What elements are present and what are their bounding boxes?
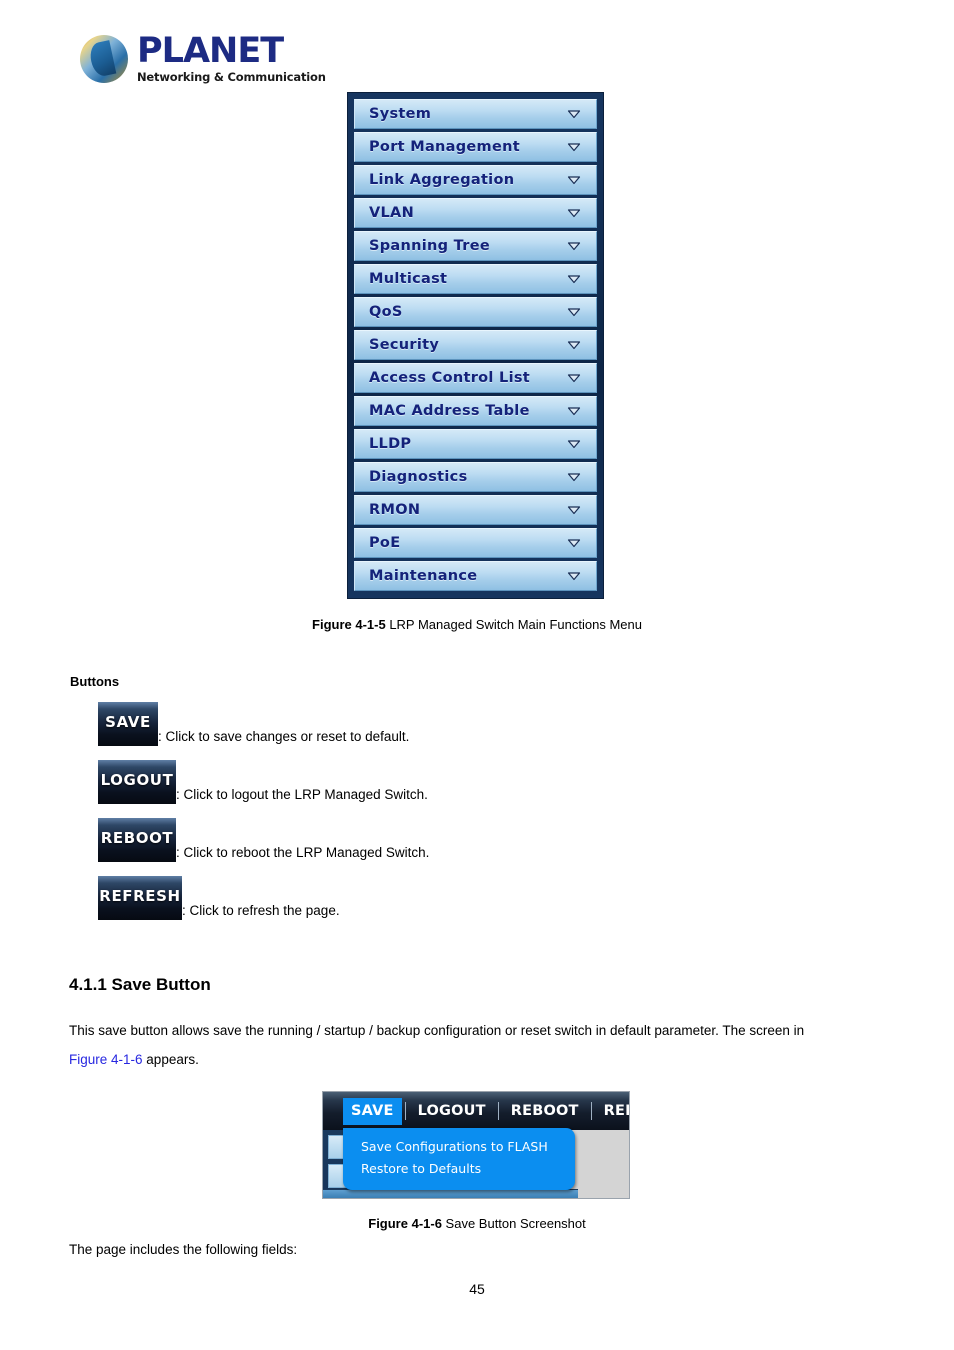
save-button-paragraph-line1: This save button allows save the running… xyxy=(69,1023,805,1038)
save-button-screenshot-figure: SAVE LOGOUT REBOOT REFRESH Save Configurati… xyxy=(322,1091,630,1199)
menu-item-spanning-tree[interactable]: Spanning Tree xyxy=(354,231,597,261)
menu-item-label: Maintenance xyxy=(369,568,478,584)
menu-item-label: PoE xyxy=(369,535,401,551)
logo-text-block: PLANET Networking & Communication xyxy=(137,34,326,84)
chevron-down-icon xyxy=(567,506,581,515)
topbar-item-save[interactable]: SAVE xyxy=(343,1097,402,1125)
menu-item-label: MAC Address Table xyxy=(369,403,530,419)
figure-4-1-5-label: Figure 4-1-5 xyxy=(312,617,386,632)
reboot-button[interactable]: REBOOT xyxy=(98,818,176,862)
page-number: 45 xyxy=(469,1281,485,1297)
menu-item-multicast[interactable]: Multicast xyxy=(354,264,597,294)
menu-item-diagnostics[interactable]: Diagnostics xyxy=(354,462,597,492)
chevron-down-icon xyxy=(567,209,581,218)
figure-4-1-6-text: Save Button Screenshot xyxy=(441,1216,586,1231)
buttons-heading: Buttons xyxy=(70,674,120,689)
chevron-down-icon xyxy=(567,176,581,185)
reboot-button-label: REBOOT xyxy=(100,829,174,847)
reboot-button-description: : Click to reboot the LRP Managed Switch… xyxy=(176,845,430,860)
save-button[interactable]: SAVE xyxy=(98,702,158,746)
menu-item-vlan[interactable]: VLAN xyxy=(354,198,597,228)
menu-item-label: Spanning Tree xyxy=(369,238,490,254)
save-button-paragraph-tail: appears. xyxy=(142,1052,199,1067)
chevron-down-icon xyxy=(567,473,581,482)
chevron-down-icon xyxy=(567,110,581,119)
figure-4-1-6-caption: Figure 4-1-6 Save Button Screenshot xyxy=(0,1216,954,1231)
menu-item-security[interactable]: Security xyxy=(354,330,597,360)
refresh-button-row: REFRESH : Click to refresh the page. xyxy=(98,876,340,920)
save-button-row: SAVE : Click to save changes or reset to… xyxy=(98,702,409,746)
chevron-down-icon xyxy=(567,275,581,284)
dropdown-item[interactable]: Restore to Defaults xyxy=(361,1158,575,1180)
menu-item-label: System xyxy=(369,106,432,122)
menu-item-mac-address-table[interactable]: MAC Address Table xyxy=(354,396,597,426)
chevron-down-icon xyxy=(567,374,581,383)
topbar-item-logout[interactable]: LOGOUT xyxy=(409,1100,495,1122)
chevron-down-icon xyxy=(567,572,581,581)
dropdown-item[interactable]: Save Configurations to FLASH xyxy=(361,1136,575,1158)
section-heading-save-button: 4.1.1 Save Button xyxy=(69,975,211,994)
menu-item-maintenance[interactable]: Maintenance xyxy=(354,561,597,591)
sidebar-bottom-bar xyxy=(323,1189,578,1198)
menu-item-label: QoS xyxy=(369,304,403,320)
logout-button-row: LOGOUT : Click to logout the LRP Managed… xyxy=(98,760,428,804)
planet-logo: PLANET Networking & Communication xyxy=(80,30,330,88)
menu-item-label: Link Aggregation xyxy=(369,172,515,188)
menu-item-label: Multicast xyxy=(369,271,448,287)
logout-button-label: LOGOUT xyxy=(100,771,174,789)
chevron-down-icon xyxy=(567,143,581,152)
save-dropdown-menu: Save Configurations to FLASH Restore to D… xyxy=(343,1128,575,1190)
topbar-item-reboot[interactable]: REBOOT xyxy=(502,1100,588,1122)
menu-item-label: LLDP xyxy=(369,436,412,452)
topbar-separator xyxy=(497,1102,499,1120)
menu-item-label: Access Control List xyxy=(369,370,531,386)
brand-tagline: Networking & Communication xyxy=(137,70,326,85)
menu-item-poe[interactable]: PoE xyxy=(354,528,597,558)
refresh-button-label: REFRESH xyxy=(99,887,181,905)
logout-button[interactable]: LOGOUT xyxy=(98,760,176,804)
reboot-button-row: REBOOT : Click to reboot the LRP Managed… xyxy=(98,818,429,862)
menu-item-port-management[interactable]: Port Management xyxy=(354,132,597,162)
trailing-text: The page includes the following fields: xyxy=(69,1242,298,1257)
menu-item-label: RMON xyxy=(369,502,421,518)
menu-item-rmon[interactable]: RMON xyxy=(354,495,597,525)
menu-item-label: Port Management xyxy=(369,139,520,155)
chevron-down-icon xyxy=(567,539,581,548)
chevron-down-icon xyxy=(567,308,581,317)
refresh-button[interactable]: REFRESH xyxy=(98,876,182,920)
planet-globe-logo-icon xyxy=(80,35,128,83)
menu-item-link-aggregation[interactable]: Link Aggregation xyxy=(354,165,597,195)
topbar-separator xyxy=(590,1102,592,1120)
chevron-down-icon xyxy=(567,242,581,251)
figure-4-1-6-link[interactable]: Figure 4-1-6 xyxy=(69,1052,143,1067)
chevron-down-icon xyxy=(567,341,581,350)
menu-item-lldp[interactable]: LLDP xyxy=(354,429,597,459)
figure-4-1-5-caption: Figure 4-1-5 LRP Managed Switch Main Fun… xyxy=(0,617,954,632)
menu-item-qos[interactable]: QoS xyxy=(354,297,597,327)
menu-item-label: Security xyxy=(369,337,440,353)
menu-item-system[interactable]: System xyxy=(354,99,597,129)
menu-item-access-control-list[interactable]: Access Control List xyxy=(354,363,597,393)
topbar-item-refresh[interactable]: REFRESH xyxy=(595,1100,629,1122)
menu-item-label: VLAN xyxy=(369,205,415,221)
refresh-button-description: : Click to refresh the page. xyxy=(182,903,340,918)
save-button-label: SAVE xyxy=(105,713,151,731)
topbar-separator xyxy=(404,1102,406,1120)
main-functions-menu-figure: System Port Management Link Aggregation VLA… xyxy=(347,92,604,599)
save-figure-topbar: SAVE LOGOUT REBOOT REFRESH xyxy=(323,1092,629,1130)
figure-4-1-5-text: LRP Managed Switch Main Functions Menu xyxy=(385,617,642,632)
figure-4-1-6-label: Figure 4-1-6 xyxy=(368,1216,442,1231)
chevron-down-icon xyxy=(567,440,581,449)
menu-item-label: Diagnostics xyxy=(369,469,468,485)
content-pane xyxy=(578,1130,629,1198)
save-button-description: : Click to save changes or reset to defa… xyxy=(158,729,410,744)
save-button-paragraph-line2: Figure 4-1-6 appears. xyxy=(69,1050,939,1071)
logout-button-description: : Click to logout the LRP Managed Switch… xyxy=(176,787,428,802)
chevron-down-icon xyxy=(567,407,581,416)
brand-name: PLANET xyxy=(137,31,284,72)
